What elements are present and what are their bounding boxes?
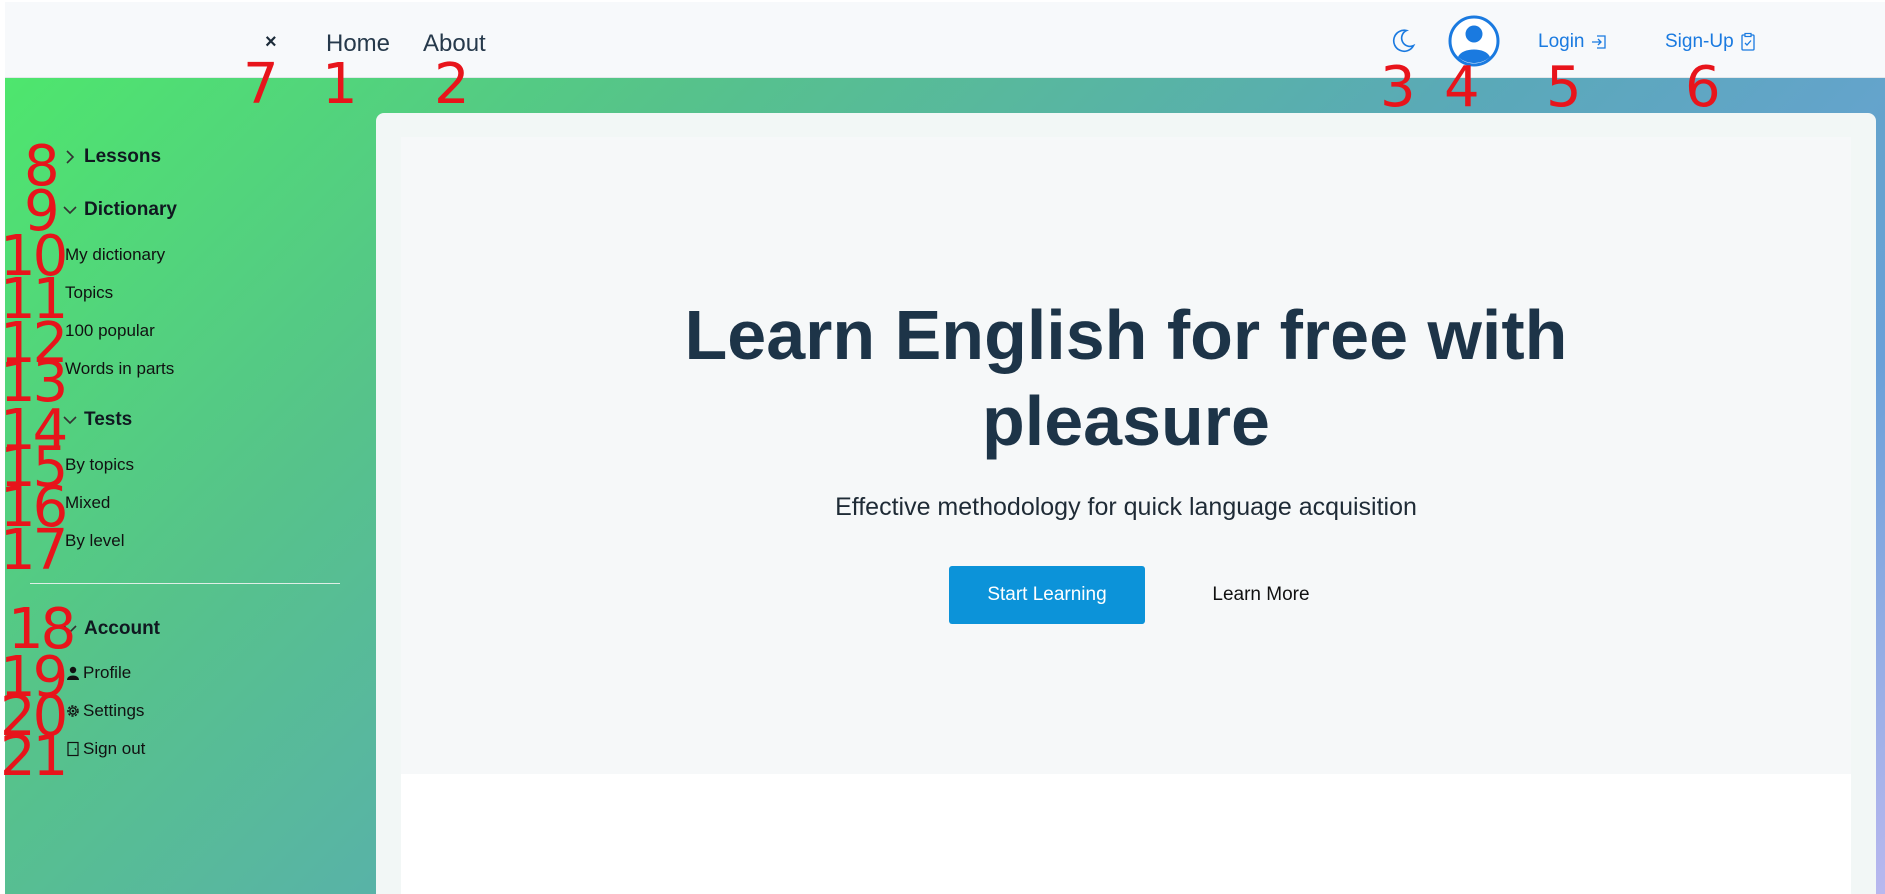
hero-title-line-1: Learn English for free with: [684, 296, 1568, 374]
login-icon: [1591, 35, 1606, 49]
sidebar-section-lessons[interactable]: Lessons: [62, 146, 161, 168]
learn-more-button[interactable]: Learn More: [1186, 566, 1336, 624]
nav-home-link[interactable]: Home: [326, 30, 390, 58]
hero-title-line-2: pleasure: [982, 382, 1270, 460]
sidebar-item-my-dictionary[interactable]: My dictionary: [65, 245, 165, 265]
sidebar-section-account[interactable]: Account: [62, 618, 160, 640]
hero-subtitle: Effective methodology for quick language…: [835, 493, 1417, 521]
person-icon: [67, 666, 79, 680]
hero-title: Learn English for free with pleasure: [401, 292, 1851, 464]
content-area-below-hero: [401, 774, 1851, 894]
top-navbar: × Home About Login Sign-Up: [5, 2, 1885, 78]
section-label: Tests: [84, 409, 133, 430]
sidebar-item-settings[interactable]: Settings: [65, 701, 144, 721]
sidebar: Lessons Dictionary My dictionary Topics …: [5, 78, 375, 894]
chevron-right-icon: [66, 150, 75, 164]
gear-icon: [67, 705, 79, 717]
chevron-down-icon: [63, 206, 77, 215]
section-label: Lessons: [84, 146, 162, 167]
user-circle-icon[interactable]: [1448, 15, 1500, 67]
item-label: Settings: [83, 701, 145, 720]
login-link[interactable]: Login: [1538, 31, 1608, 53]
sidebar-section-dictionary[interactable]: Dictionary: [62, 199, 177, 221]
section-label: Account: [84, 618, 160, 639]
signup-link[interactable]: Sign-Up: [1665, 31, 1757, 53]
close-sidebar-button[interactable]: ×: [265, 32, 277, 52]
chevron-down-icon: [63, 416, 77, 425]
login-label: Login: [1538, 31, 1585, 52]
item-label: Profile: [83, 663, 132, 682]
sidebar-item-mixed[interactable]: Mixed: [65, 493, 110, 513]
sidebar-divider: [30, 583, 340, 584]
signup-label: Sign-Up: [1665, 31, 1734, 52]
item-label: Sign out: [83, 739, 146, 758]
sidebar-section-tests[interactable]: Tests: [62, 409, 132, 431]
moon-icon[interactable]: [1389, 26, 1417, 56]
sidebar-item-100-popular[interactable]: 100 popular: [65, 321, 155, 341]
door-exit-icon: [67, 741, 79, 757]
sidebar-item-sign-out[interactable]: Sign out: [65, 739, 145, 759]
hero-section: Learn English for free with pleasure Eff…: [401, 137, 1851, 774]
section-label: Dictionary: [84, 199, 177, 220]
chevron-down-icon: [63, 625, 77, 634]
sidebar-item-words-in-parts[interactable]: Words in parts: [65, 359, 174, 379]
clipboard-check-icon: [1741, 32, 1755, 51]
sidebar-item-topics[interactable]: Topics: [65, 283, 113, 303]
sidebar-item-by-topics[interactable]: By topics: [65, 455, 134, 475]
sidebar-item-profile[interactable]: Profile: [65, 663, 131, 683]
nav-about-link[interactable]: About: [423, 30, 486, 58]
start-learning-button[interactable]: Start Learning: [949, 566, 1145, 624]
app-root: × Home About Login Sign-Up Lessons Dicti…: [0, 0, 1885, 894]
sidebar-item-by-level[interactable]: By level: [65, 531, 125, 551]
